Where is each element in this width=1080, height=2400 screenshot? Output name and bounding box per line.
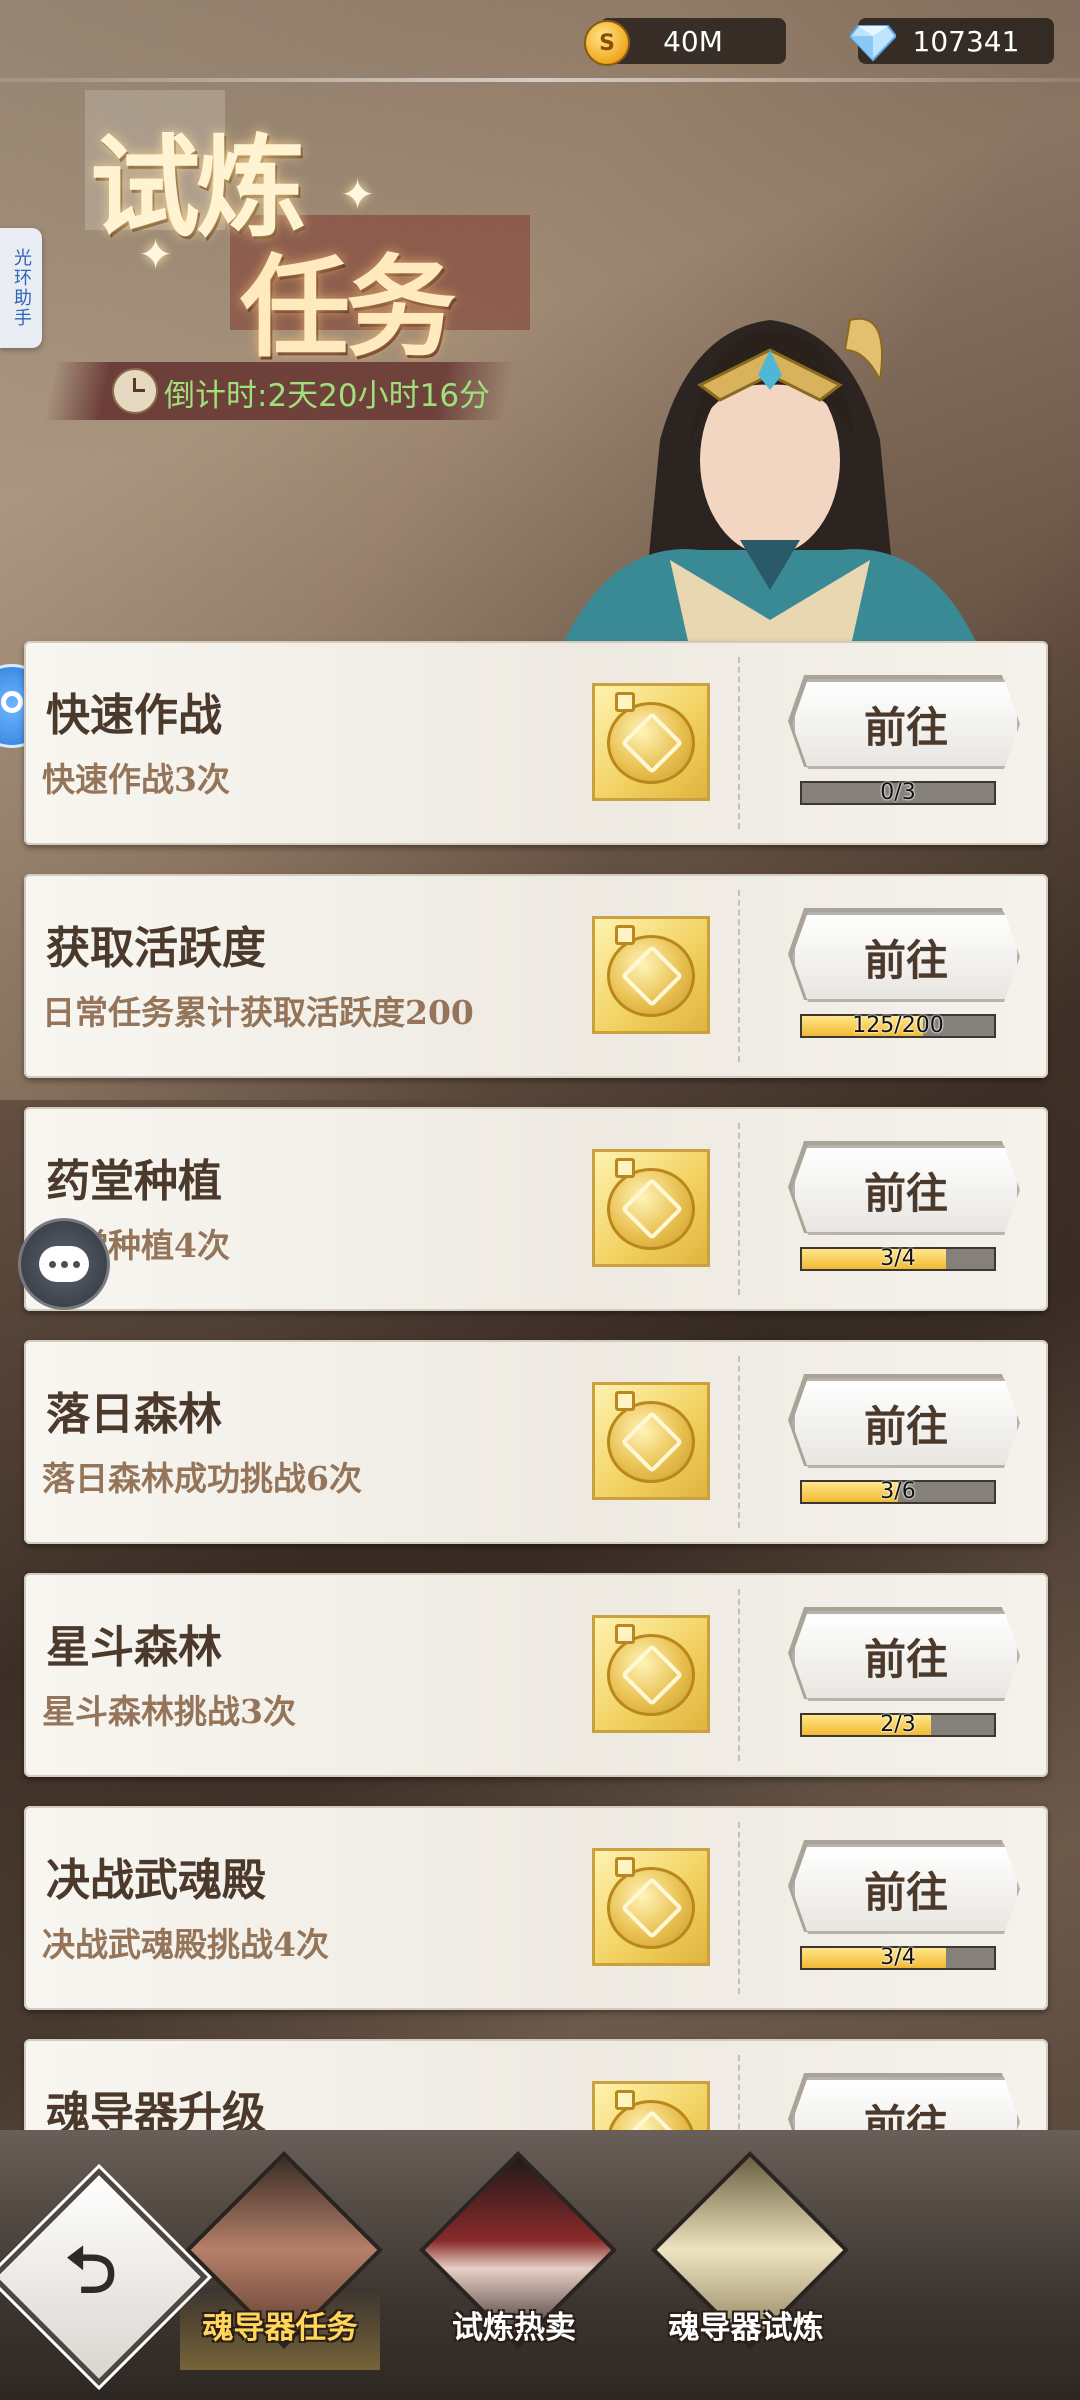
- tab-soul-tool-tasks[interactable]: 魂导器任务: [180, 2151, 383, 2380]
- task-card: 落日森林 落日森林成功挑战6次 前往 3/6: [24, 1340, 1048, 1544]
- go-button[interactable]: 前往: [792, 679, 1020, 769]
- reward-item[interactable]: [592, 683, 710, 801]
- medal-icon: [607, 1867, 695, 1949]
- task-card: 星斗森林 星斗森林挑战3次 前往 2/3: [24, 1573, 1048, 1777]
- chat-bubble-button[interactable]: [18, 1218, 110, 1310]
- reward-item[interactable]: [592, 2081, 710, 2130]
- reward-item[interactable]: [592, 1848, 710, 1966]
- task-name: 落日森林: [46, 1389, 222, 1440]
- medal-clip-icon: [615, 925, 635, 945]
- task-card: 决战武魂殿 决战武魂殿挑战4次 前往 3/4: [24, 1806, 1048, 2010]
- medal-clip-icon: [615, 2090, 635, 2110]
- tab-soul-tool-trial[interactable]: 魂导器试炼: [646, 2151, 849, 2380]
- card-divider: [738, 1589, 740, 1761]
- task-card: 快速作战 快速作战3次 前往 0/3: [24, 641, 1048, 845]
- reward-item[interactable]: [592, 916, 710, 1034]
- medal-icon: [607, 1634, 695, 1716]
- medal-clip-icon: [615, 1158, 635, 1178]
- top-divider: [0, 78, 1080, 82]
- gem-amount: 107341: [912, 24, 1020, 58]
- task-name: 获取活跃度: [46, 923, 266, 974]
- go-button[interactable]: 前往: [792, 1844, 1020, 1934]
- reward-item[interactable]: [592, 1382, 710, 1500]
- diamond-icon: [850, 25, 896, 62]
- task-name: 快速作战: [46, 690, 222, 741]
- tab-label: 魂导器试炼: [668, 2310, 824, 2346]
- medal-clip-icon: [615, 1391, 635, 1411]
- progress-text: 125/200: [852, 1013, 944, 1038]
- medal-clip-icon: [615, 692, 635, 712]
- chat-icon: [39, 1246, 89, 1282]
- task-description: 星斗森林挑战3次: [42, 1692, 296, 1731]
- task-name: 决战武魂殿: [46, 1855, 266, 1906]
- task-progress-bar: 3/6: [800, 1480, 996, 1504]
- task-name: 魂导器升级: [46, 2088, 266, 2130]
- task-description: 快速作战3次: [42, 760, 230, 799]
- card-divider: [738, 1356, 740, 1528]
- task-description: 日常任务累计获取活跃度200: [42, 993, 474, 1032]
- task-card: 药堂种植 药堂种植4次 前往 3/4: [24, 1107, 1048, 1311]
- card-divider: [738, 890, 740, 1062]
- task-name: 星斗森林: [46, 1622, 222, 1673]
- medal-icon: [607, 935, 695, 1017]
- progress-text: 0/3: [880, 780, 916, 805]
- title-line-2: 任务: [240, 243, 456, 372]
- task-list[interactable]: 快速作战 快速作战3次 前往 0/3 获取活跃度 日常任务累计获取活跃度200 …: [0, 635, 1080, 2130]
- task-progress-bar: 3/4: [800, 1946, 996, 1970]
- reward-item[interactable]: [592, 1149, 710, 1267]
- progress-text: 3/4: [880, 1945, 916, 1970]
- hero-character-portrait: [560, 317, 980, 650]
- sparkle-icon: ✦: [340, 170, 376, 219]
- progress-text: 2/3: [880, 1712, 916, 1737]
- task-progress-bar: 0/3: [800, 781, 996, 805]
- go-button[interactable]: 前往: [792, 912, 1020, 1002]
- task-progress-bar: 3/4: [800, 1247, 996, 1271]
- task-card: 获取活跃度 日常任务累计获取活跃度200 前往 125/200: [24, 874, 1048, 1078]
- tab-label: 魂导器任务: [202, 2310, 358, 2346]
- go-button[interactable]: 前往: [792, 1145, 1020, 1235]
- card-divider: [738, 1123, 740, 1295]
- tab-trial-sale[interactable]: 试炼热卖: [414, 2151, 617, 2380]
- helper-side-tab[interactable]: 光环助手: [0, 228, 42, 348]
- medal-icon: [607, 1401, 695, 1483]
- reward-item[interactable]: [592, 1615, 710, 1733]
- medal-icon: [607, 702, 695, 784]
- go-button[interactable]: 前往: [792, 1378, 1020, 1468]
- card-divider: [738, 657, 740, 829]
- task-card: 魂导器升级 前往: [24, 2039, 1048, 2130]
- progress-text: 3/4: [880, 1246, 916, 1271]
- task-progress-bar: 2/3: [800, 1713, 996, 1737]
- task-description: 决战武魂殿挑战4次: [42, 1925, 329, 1964]
- task-name: 药堂种植: [46, 1156, 222, 1207]
- countdown-text: 倒计时:2天20小时16分: [164, 378, 491, 414]
- coin-amount: 40M: [663, 24, 723, 58]
- return-arrow-icon: ⮌: [65, 2234, 117, 2308]
- card-divider: [738, 2055, 740, 2130]
- medal-icon: [607, 1168, 695, 1250]
- card-divider: [738, 1822, 740, 1994]
- coin-icon: S: [584, 20, 630, 66]
- resource-bar: 40M S 107341: [0, 0, 1080, 80]
- medal-clip-icon: [615, 1857, 635, 1877]
- go-button[interactable]: 前往: [792, 1611, 1020, 1701]
- task-description: 落日森林成功挑战6次: [42, 1459, 362, 1498]
- task-progress-bar: 125/200: [800, 1014, 996, 1038]
- sparkle-icon: ✦: [138, 230, 174, 279]
- go-button[interactable]: 前往: [792, 2077, 1020, 2130]
- medal-clip-icon: [615, 1624, 635, 1644]
- tab-label: 试炼热卖: [452, 2310, 576, 2346]
- clock-icon: [112, 368, 158, 414]
- progress-text: 3/6: [880, 1479, 916, 1504]
